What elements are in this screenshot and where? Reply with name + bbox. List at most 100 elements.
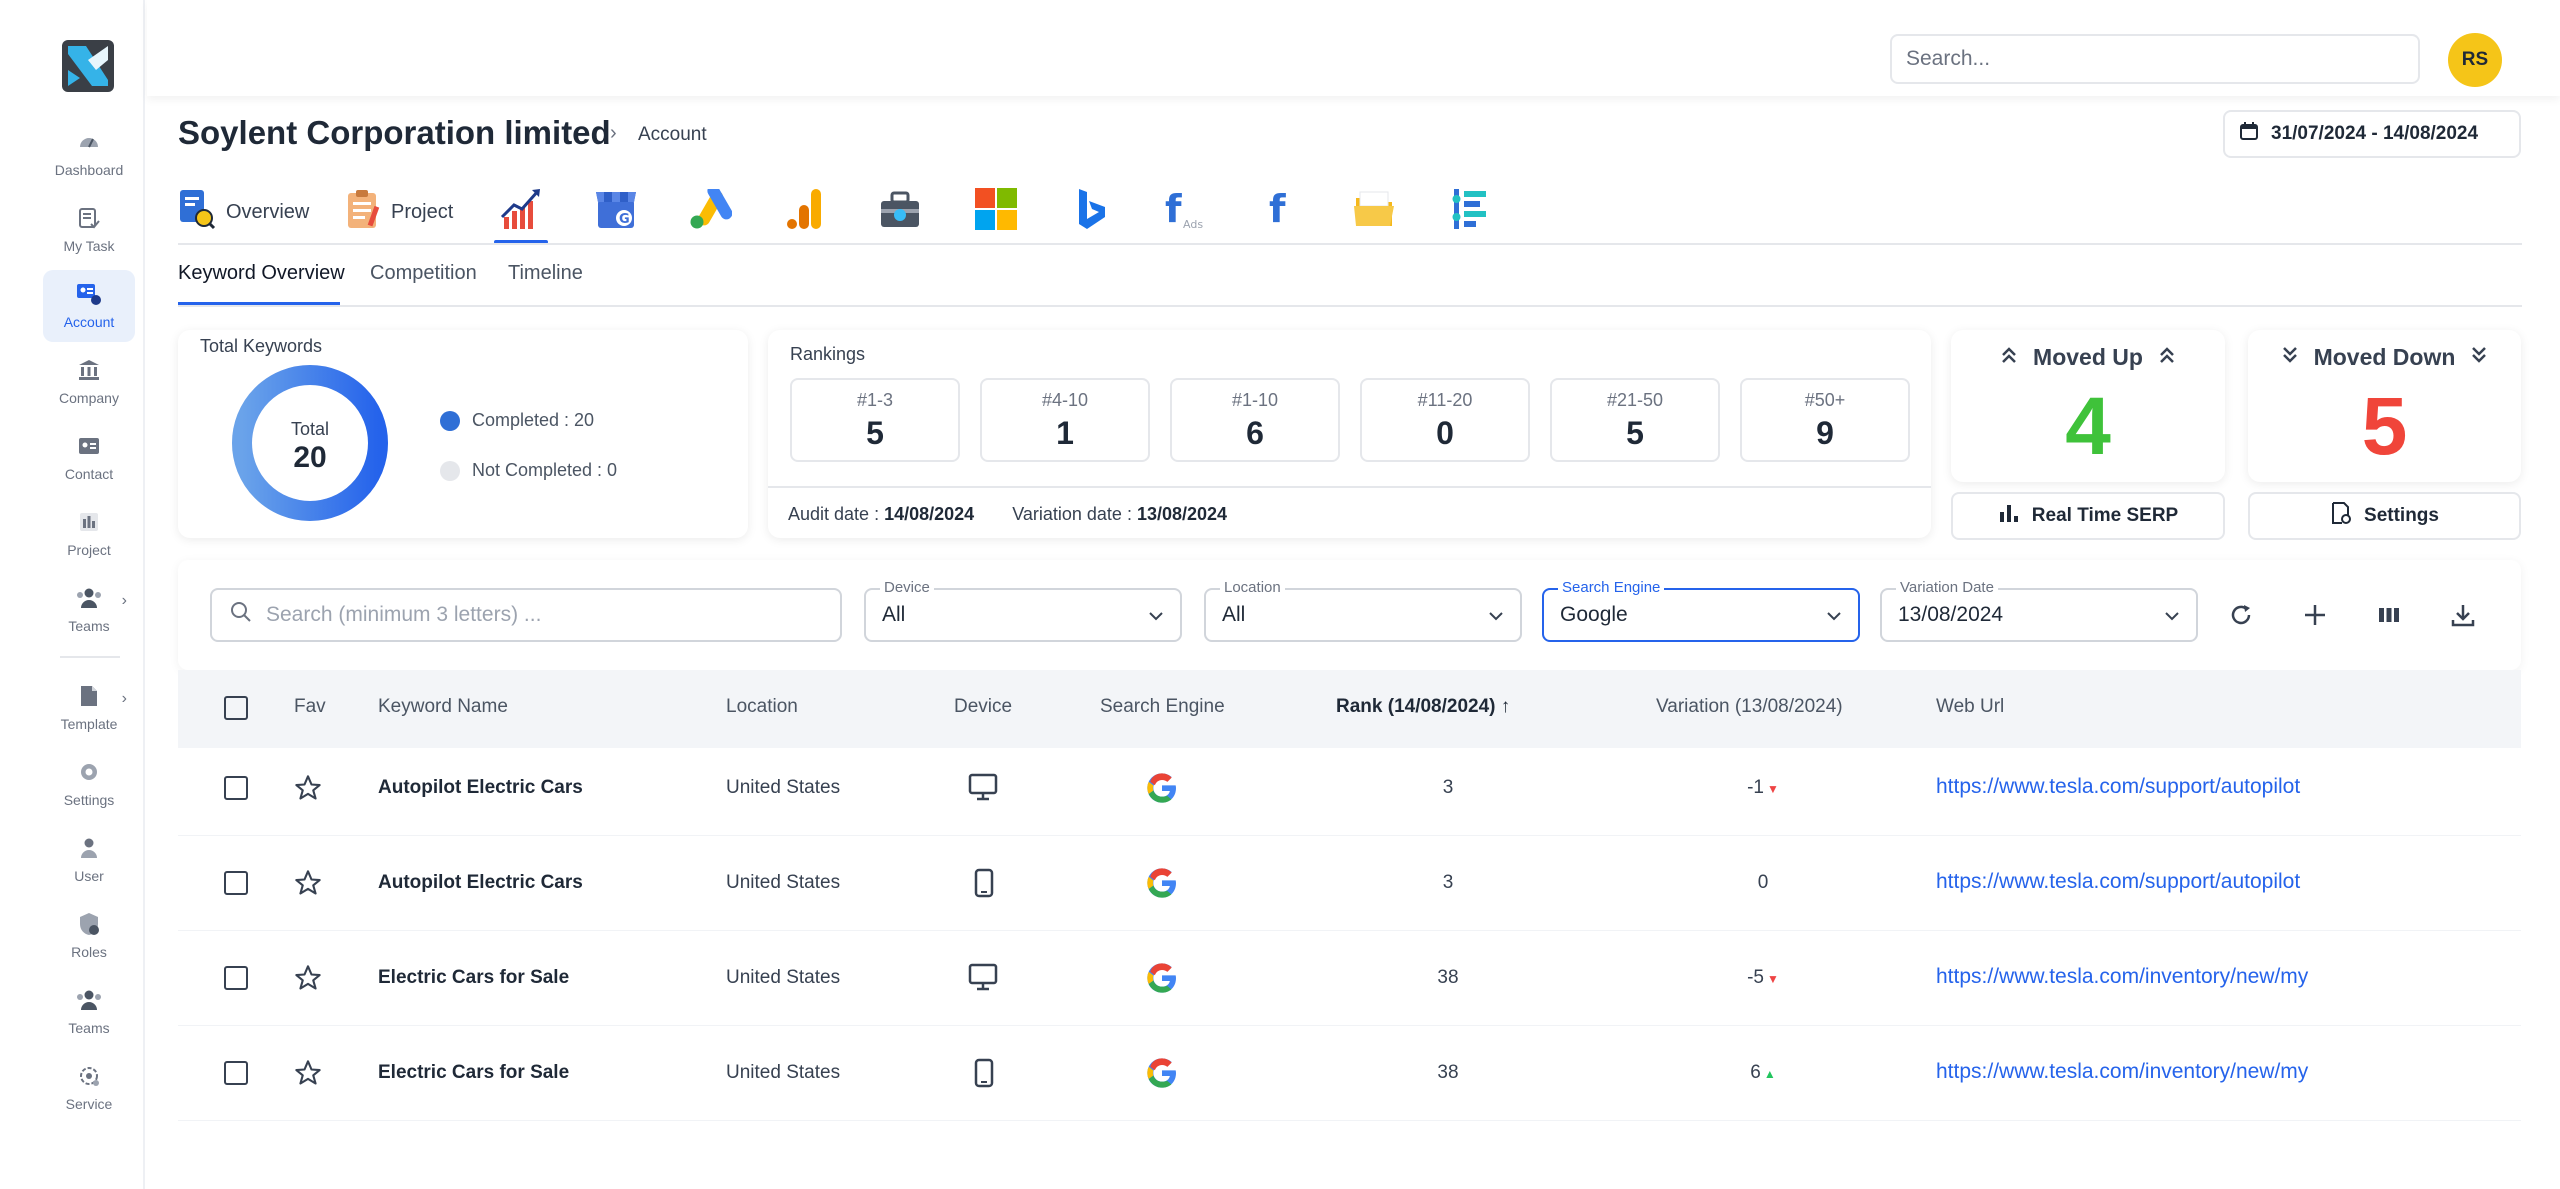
real-time-serp-button[interactable]: Real Time SERP	[1951, 492, 2225, 540]
global-search-input[interactable]: Search...	[1890, 34, 2420, 84]
tab-timeline[interactable]: Timeline	[508, 262, 583, 285]
columns-icon[interactable]	[2370, 596, 2408, 634]
chevron-down-icon	[1148, 603, 1164, 627]
table-row[interactable]: Autopilot Electric Cars United States 3 -1 ▼…	[178, 741, 2521, 836]
star-icon[interactable]	[294, 964, 322, 997]
sidebar-item-dashboard[interactable]: Dashboard	[43, 118, 135, 190]
tab-overview[interactable]: Overview	[178, 184, 309, 240]
date-range-picker[interactable]: 31/07/2024 - 14/08/2024	[2223, 110, 2521, 158]
tab-bing[interactable]	[1075, 184, 1109, 240]
tab-sliders[interactable]	[1450, 184, 1490, 240]
legend-completed-dot	[440, 410, 460, 431]
col-variation[interactable]: Variation (13/08/2024)	[1656, 696, 1843, 718]
rank-box-1-3[interactable]: #1-3 5	[790, 378, 960, 462]
tab-facebook-ads[interactable]: f Ads	[1163, 184, 1211, 240]
search-engine-select[interactable]: Search Engine Google	[1542, 579, 1860, 642]
tab-competition[interactable]: Competition	[370, 262, 477, 285]
tab-folder[interactable]	[1352, 184, 1396, 240]
download-icon[interactable]	[2444, 596, 2482, 634]
sidebar-item-settings[interactable]: Settings	[43, 748, 135, 820]
tab-project-label: Project	[391, 200, 454, 223]
col-keyword[interactable]: Keyword Name	[378, 696, 508, 718]
star-icon[interactable]	[294, 869, 322, 902]
tab-facebook[interactable]: f	[1265, 184, 1295, 240]
desktop-icon	[968, 963, 998, 996]
row-checkbox[interactable]	[224, 871, 248, 895]
col-search-engine[interactable]: Search Engine	[1100, 696, 1225, 718]
folder-icon	[1352, 188, 1396, 236]
user-avatar[interactable]: RS	[2448, 33, 2502, 87]
location-select[interactable]: Location All	[1204, 579, 1522, 642]
select-all-checkbox[interactable]	[224, 696, 248, 720]
web-url-link[interactable]: https://www.tesla.com/inventory/new/my	[1936, 1060, 2308, 1084]
rank-box-21-50[interactable]: #21-50 5	[1550, 378, 1720, 462]
double-chevron-up-icon	[1999, 344, 2019, 371]
variation-value: 6	[1750, 1062, 1761, 1083]
moved-up-card[interactable]: Moved Up 4	[1951, 330, 2225, 482]
rankings-card: Rankings #1-3 5 #4-10 1 #1-10 6 #11-20 0 #21…	[768, 330, 1931, 538]
star-icon[interactable]	[294, 774, 322, 807]
chevron-down-icon	[2164, 603, 2180, 627]
tab-toolbox[interactable]	[878, 184, 922, 240]
sidebar-item-my-task[interactable]: My Task	[43, 194, 135, 266]
tab-google-business[interactable]: G	[594, 184, 638, 240]
star-icon[interactable]	[294, 1059, 322, 1092]
chevron-right-icon: ›	[121, 690, 127, 707]
keyword-search-placeholder: Search (minimum 3 letters) ...	[266, 603, 542, 626]
breadcrumb[interactable]: Account	[638, 124, 707, 146]
settings-button[interactable]: Settings	[2248, 492, 2521, 540]
refresh-icon[interactable]	[2222, 596, 2260, 634]
rank-box-11-20[interactable]: #11-20 0	[1360, 378, 1530, 462]
double-chevron-down-icon	[2280, 344, 2300, 371]
device-select[interactable]: Device All	[864, 579, 1182, 642]
sidebar-item-service[interactable]: Service	[43, 1052, 135, 1124]
document-settings-icon	[2330, 501, 2352, 531]
tab-keyword-overview[interactable]: Keyword Overview	[178, 262, 345, 285]
row-checkbox[interactable]	[224, 776, 248, 800]
col-location[interactable]: Location	[726, 696, 798, 718]
row-checkbox[interactable]	[224, 1061, 248, 1085]
sidebar-item-label: Teams	[68, 618, 110, 634]
sidebar-item-teams[interactable]: Teams ›	[43, 574, 135, 646]
variation-date-select[interactable]: Variation Date 13/08/2024	[1880, 579, 2198, 642]
keyword-search-input[interactable]: Search (minimum 3 letters) ...	[210, 588, 842, 642]
add-keyword-icon[interactable]	[2296, 596, 2334, 634]
template-icon	[75, 682, 103, 710]
tab-microsoft[interactable]	[975, 184, 1017, 240]
sidebar-item-project[interactable]: Project	[43, 498, 135, 570]
rank-box-value: 6	[1246, 415, 1264, 451]
sidebar-item-label: Project	[67, 542, 111, 558]
col-device[interactable]: Device	[954, 696, 1012, 718]
moved-down-card[interactable]: Moved Down 5	[2248, 330, 2521, 482]
web-url-link[interactable]: https://www.tesla.com/support/autopilot	[1936, 870, 2300, 894]
sidebar-item-account[interactable]: Account	[43, 270, 135, 342]
total-keywords-card: Total Keywords Total 20 Completed : 20 N…	[178, 330, 748, 538]
sidebar-item-user[interactable]: User	[43, 824, 135, 896]
rank-box-50-plus[interactable]: #50+ 9	[1740, 378, 1910, 462]
tab-project[interactable]: Project	[345, 184, 453, 240]
tab-google-ads[interactable]	[688, 184, 733, 240]
row-checkbox[interactable]	[224, 966, 248, 990]
location-select-label: Location	[1220, 579, 1285, 596]
sidebar-item-company[interactable]: Company	[43, 346, 135, 418]
rank-box-4-10[interactable]: #4-10 1	[980, 378, 1150, 462]
col-web-url[interactable]: Web Url	[1936, 696, 2004, 718]
table-row[interactable]: Autopilot Electric Cars United States 3 0 ht…	[178, 836, 2521, 931]
tab-rank-tracker[interactable]	[494, 184, 548, 244]
web-url-link[interactable]: https://www.tesla.com/inventory/new/my	[1936, 965, 2308, 989]
sidebar-item-teams[interactable]: Teams	[43, 976, 135, 1048]
table-row[interactable]: Electric Cars for Sale United States 38 -5 ▼…	[178, 931, 2521, 1026]
sidebar-item-label: Company	[59, 390, 119, 406]
rank-box-1-10[interactable]: #1-10 6	[1170, 378, 1340, 462]
web-url-link[interactable]: https://www.tesla.com/support/autopilot	[1936, 775, 2300, 799]
sidebar-item-template[interactable]: Template ›	[43, 672, 135, 744]
tab-google-analytics[interactable]	[785, 184, 825, 240]
keyword-name: Electric Cars for Sale	[378, 1062, 570, 1083]
table-row[interactable]: Electric Cars for Sale United States 38 6 ▲ h…	[178, 1026, 2521, 1121]
sidebar-item-contact[interactable]: Contact	[43, 422, 135, 494]
col-rank[interactable]: Rank (14/08/2024) ↑	[1336, 696, 1510, 718]
sidebar-item-roles[interactable]: Roles	[43, 900, 135, 972]
col-fav[interactable]: Fav	[294, 696, 326, 718]
svg-text:f: f	[1165, 188, 1182, 230]
app-logo[interactable]	[62, 40, 114, 92]
